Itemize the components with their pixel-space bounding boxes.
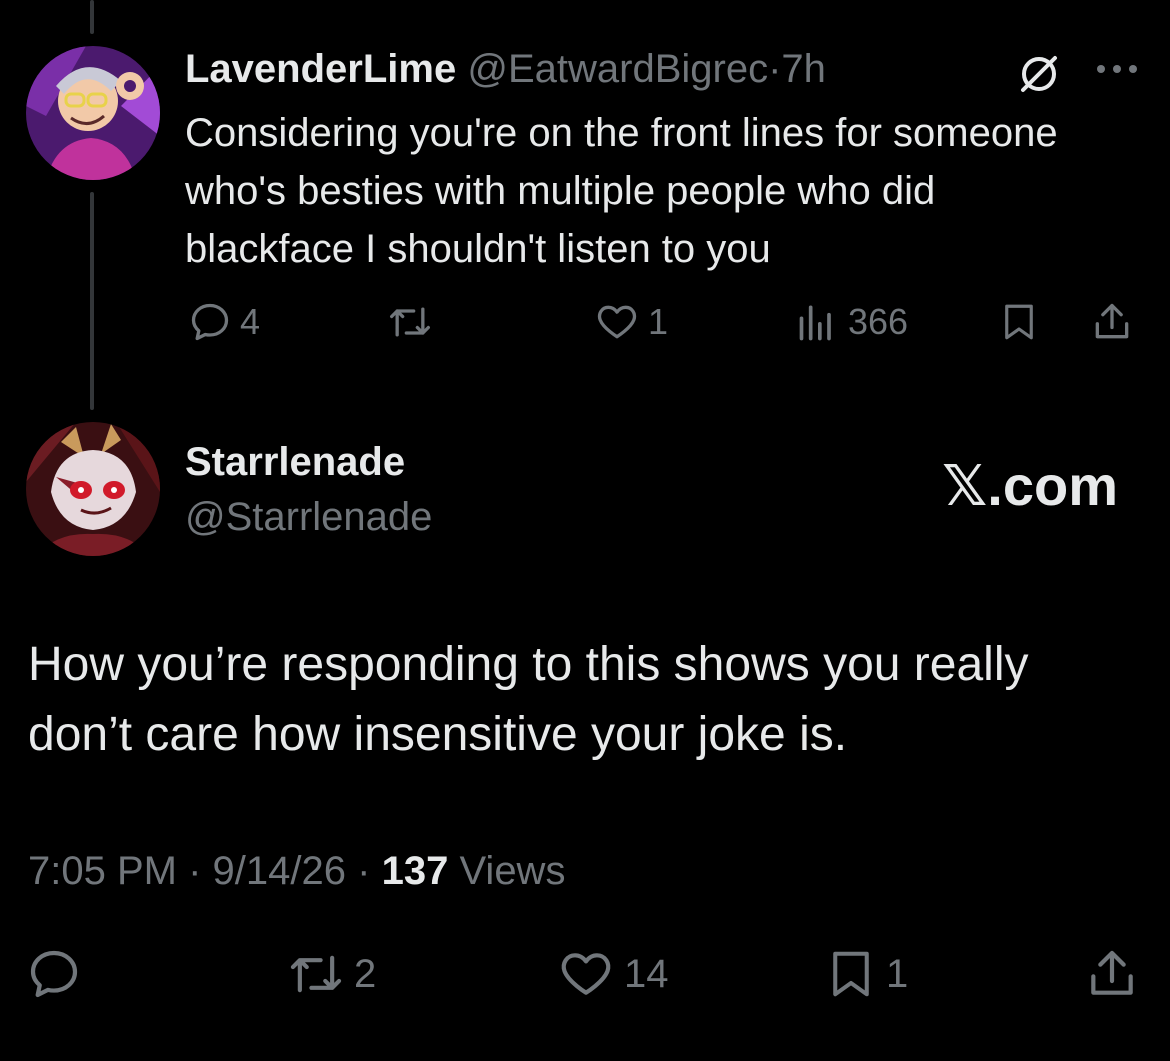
tweet2-text: How you’re responding to this shows you … bbox=[28, 638, 1029, 761]
reply-button[interactable]: 4 bbox=[188, 300, 260, 344]
separator-dot: · bbox=[768, 47, 782, 91]
like-count: 1 bbox=[648, 301, 669, 342]
bookmark-icon bbox=[1005, 304, 1033, 340]
like-button[interactable]: 1 bbox=[594, 300, 668, 344]
retweet-icon bbox=[290, 955, 342, 993]
views-label: Views bbox=[459, 849, 566, 893]
tweet2-action-bar: 2 14 1 bbox=[0, 940, 1170, 1010]
thread-line-top bbox=[90, 0, 94, 34]
user-handle[interactable]: @EatwardBigrec bbox=[467, 47, 768, 91]
reply-count: 4 bbox=[240, 301, 261, 342]
bookmark-button[interactable] bbox=[998, 300, 1040, 344]
avatar-starrlenade[interactable] bbox=[26, 422, 160, 556]
user-handle[interactable]: @Starrlenade bbox=[185, 493, 432, 541]
display-name[interactable]: LavenderLime bbox=[185, 47, 456, 91]
tweet1-header: LavenderLime @EatwardBigrec·7h bbox=[185, 46, 826, 92]
more-icon[interactable] bbox=[1095, 62, 1139, 80]
like-count: 14 bbox=[624, 951, 669, 996]
separator-dot: · bbox=[188, 849, 202, 893]
retweet-count: 2 bbox=[354, 951, 377, 996]
post-time[interactable]: 7h bbox=[781, 47, 826, 91]
views-count[interactable]: 137 bbox=[382, 849, 449, 893]
share-button[interactable] bbox=[1084, 946, 1140, 1002]
like-icon bbox=[561, 953, 611, 995]
post-date[interactable]: 9/14/26 bbox=[213, 849, 346, 893]
reply-icon bbox=[191, 303, 229, 341]
reply-button[interactable] bbox=[26, 946, 82, 1002]
share-icon bbox=[1091, 950, 1133, 995]
retweet-icon bbox=[390, 307, 430, 337]
bookmark-icon bbox=[833, 951, 869, 997]
mute-icon[interactable] bbox=[1015, 50, 1063, 103]
bookmark-button[interactable]: 1 bbox=[824, 946, 908, 1002]
share-button[interactable] bbox=[1090, 300, 1134, 344]
retweet-button[interactable]: 2 bbox=[286, 946, 376, 1002]
tweet-meta: 7:05 PM · 9/14/26 · 137 Views bbox=[28, 846, 565, 896]
retweet-button[interactable] bbox=[386, 300, 442, 344]
post-timestamp[interactable]: 7:05 PM bbox=[28, 849, 177, 893]
tweet1-text: Considering you're on the front lines fo… bbox=[185, 111, 1058, 271]
like-button[interactable]: 14 bbox=[556, 946, 669, 1002]
avatar-lavenderlime[interactable] bbox=[26, 46, 160, 180]
separator-dot: · bbox=[357, 849, 371, 893]
reply-icon bbox=[30, 950, 78, 998]
views-count: 366 bbox=[848, 301, 909, 342]
share-icon bbox=[1095, 303, 1129, 339]
display-name[interactable]: Starrlenade bbox=[185, 438, 405, 486]
views-icon bbox=[799, 305, 831, 341]
like-icon bbox=[597, 305, 637, 339]
bookmark-count: 1 bbox=[886, 951, 909, 996]
tweet1-action-bar: 4 1 366 bbox=[0, 292, 1170, 352]
source-label: 𝕏.com bbox=[942, 454, 1118, 517]
views-button[interactable]: 366 bbox=[796, 300, 908, 344]
